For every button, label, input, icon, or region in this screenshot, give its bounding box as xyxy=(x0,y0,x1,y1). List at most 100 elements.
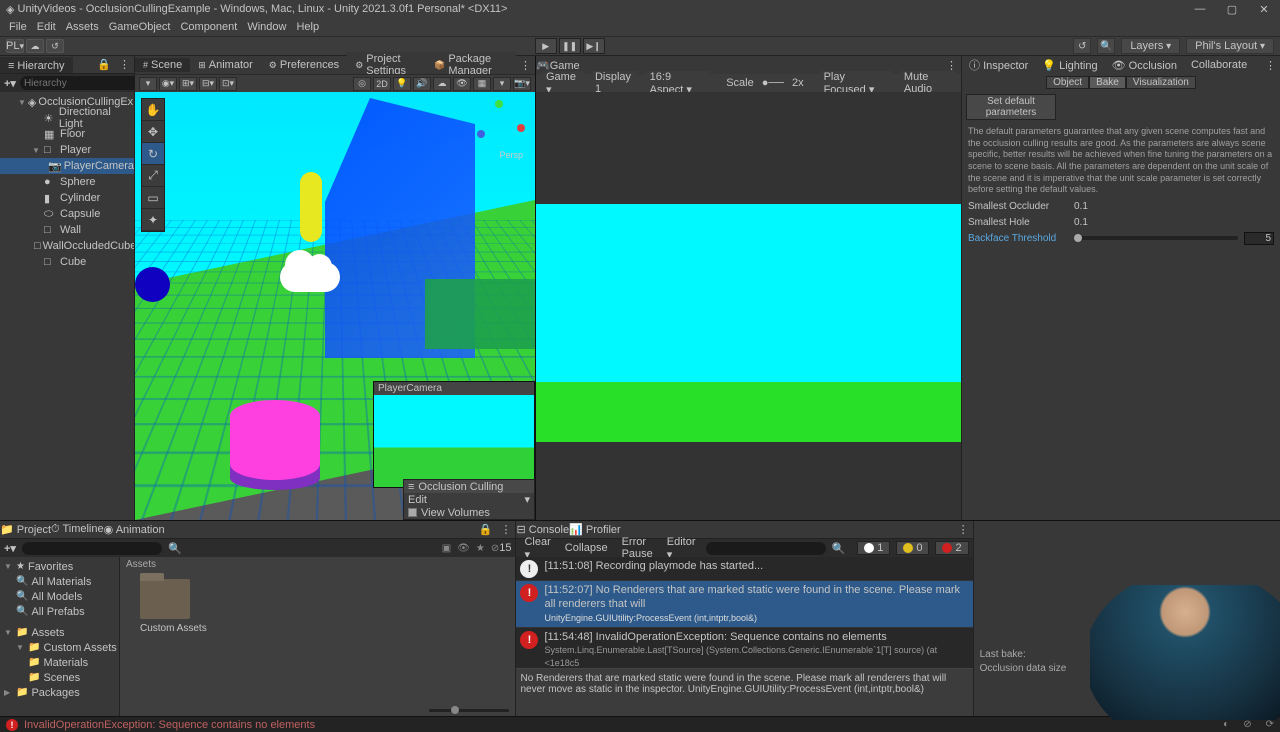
hidden-count-icon[interactable]: ⊘15 xyxy=(491,542,512,554)
log-row-error[interactable]: ! [11:54:48] InvalidOperationException: … xyxy=(516,628,972,668)
tab-profiler[interactable]: 📊 Profiler xyxy=(569,523,621,536)
pause-button[interactable]: ❚❚ xyxy=(559,38,581,54)
history-icon[interactable]: ↺ xyxy=(46,39,64,53)
scale-slider[interactable]: ●── xyxy=(762,77,784,89)
cloud-icon[interactable]: ☁ xyxy=(26,39,44,53)
hierarchy-item-light[interactable]: ☀Directional Light xyxy=(0,110,134,126)
filter-icon[interactable]: 👁 xyxy=(457,543,470,554)
panel-menu-icon[interactable]: ⋮ xyxy=(115,58,134,71)
tab-collaborate[interactable]: Collaborate xyxy=(1184,58,1254,72)
tab-preferences[interactable]: ⚙Preferences xyxy=(261,58,347,72)
tool-light[interactable]: 💡 xyxy=(393,77,411,91)
tool-toggle1[interactable]: ⊞▾ xyxy=(179,77,197,91)
tool-move-icon[interactable]: ✥ xyxy=(142,121,164,143)
log-row-info[interactable]: ! [11:51:08] Recording playmode has star… xyxy=(516,557,972,581)
status-error-text[interactable]: InvalidOperationException: Sequence cont… xyxy=(24,719,315,731)
menu-assets[interactable]: Assets xyxy=(61,21,104,33)
hierarchy-item-cube[interactable]: □Cube xyxy=(0,254,134,270)
tool-shademode[interactable]: ▾ xyxy=(139,77,157,91)
param-smallest-hole[interactable]: Smallest Hole 0.1 xyxy=(962,214,1280,230)
hierarchy-item-player[interactable]: ▼□Player xyxy=(0,142,134,158)
tool-rect-icon[interactable]: ▭ xyxy=(142,187,164,209)
project-search[interactable] xyxy=(22,542,162,555)
hierarchy-add-button[interactable]: +▾ xyxy=(4,77,16,90)
tab-timeline[interactable]: ⏱ Timeline xyxy=(51,523,104,536)
asset-folder-item[interactable]: Custom Assets xyxy=(140,579,207,634)
console-collapse[interactable]: Collapse xyxy=(561,542,612,554)
maximize-button[interactable]: ▢ xyxy=(1222,3,1242,16)
tab-animation[interactable]: ◉ Animation xyxy=(104,523,165,536)
subtab-bake[interactable]: Bake xyxy=(1089,76,1126,89)
menu-window[interactable]: Window xyxy=(242,21,291,33)
occlusion-overlay[interactable]: ≡Occlusion Culling Edit▾ View Volumes xyxy=(403,479,535,520)
tab-animator[interactable]: ⊞Animator xyxy=(190,58,261,72)
menu-file[interactable]: File xyxy=(4,21,32,33)
error-icon[interactable]: ! xyxy=(6,719,18,731)
project-tree[interactable]: ▼★Favorites 🔍All Materials 🔍All Models 🔍… xyxy=(0,557,120,716)
tool-grid[interactable]: ▦ xyxy=(473,77,491,91)
scene-viewport[interactable]: ✋ ✥ ↻ ⤢ ▭ ✦ Persp PlayerCamera ≡Occlusio… xyxy=(135,92,535,520)
project-grid[interactable]: Assets Custom Assets xyxy=(120,557,515,716)
tool-gizmos[interactable]: ▾ xyxy=(493,77,511,91)
panel-menu-icon[interactable]: ⋮ xyxy=(942,59,961,72)
layout-dropdown[interactable]: Phil's Layout ▾ xyxy=(1186,38,1274,54)
log-row-error[interactable]: ! [11:52:07] No Renderers that are marke… xyxy=(516,581,972,628)
error-count[interactable]: 2 xyxy=(935,541,968,555)
account-button[interactable]: PL▾ xyxy=(6,39,24,53)
packages-header[interactable]: ▶📁Packages xyxy=(0,685,119,700)
occlusion-view-volumes[interactable]: View Volumes xyxy=(404,506,534,519)
tool-2d[interactable]: 2D xyxy=(373,77,391,91)
set-default-button[interactable]: Set default parameters xyxy=(966,94,1056,120)
hierarchy-tree[interactable]: ▼◈OcclusionCullingEx…⋮ ☀Directional Ligh… xyxy=(0,92,134,520)
hierarchy-item-capsule[interactable]: ⬭Capsule xyxy=(0,206,134,222)
fav-all-models[interactable]: 🔍All Models xyxy=(0,589,119,604)
folder-custom-assets[interactable]: ▼📁Custom Assets xyxy=(0,640,119,655)
tool-hand-icon[interactable]: ✋ xyxy=(142,99,164,121)
occlusion-edit-dropdown[interactable]: Edit▾ xyxy=(404,493,534,506)
tool-rotate-icon[interactable]: ↻ xyxy=(142,143,164,165)
tool-hidden[interactable]: 👁 xyxy=(453,77,471,91)
layers-dropdown[interactable]: Layers ▾ xyxy=(1121,38,1180,54)
search-icon[interactable]: 🔍 xyxy=(1097,38,1115,54)
orientation-gizmo[interactable]: Persp xyxy=(475,100,523,148)
tool-fx[interactable]: ☁ xyxy=(433,77,451,91)
panel-lock-icon[interactable]: 🔒 xyxy=(93,58,115,71)
tab-console[interactable]: ⊟ Console xyxy=(516,523,569,536)
hierarchy-item-wall[interactable]: □Wall xyxy=(0,222,134,238)
tool-scale-icon[interactable]: ⤢ xyxy=(142,165,164,187)
folder-scenes[interactable]: 📁Scenes xyxy=(0,670,119,685)
hierarchy-item-walloccluded[interactable]: □WallOccludedCube xyxy=(0,238,134,254)
tool-drawmode[interactable]: ◉▾ xyxy=(159,77,177,91)
menu-help[interactable]: Help xyxy=(291,21,324,33)
console-search[interactable] xyxy=(706,542,826,555)
step-button[interactable]: ▶❙ xyxy=(583,38,605,54)
fav-all-materials[interactable]: 🔍All Materials xyxy=(0,574,119,589)
menu-edit[interactable]: Edit xyxy=(32,21,61,33)
tool-transform-icon[interactable]: ✦ xyxy=(142,209,164,231)
tab-occlusion[interactable]: 👁 Occlusion xyxy=(1105,58,1184,73)
tab-inspector[interactable]: ⓘ Inspector xyxy=(962,56,1035,74)
hierarchy-item-playercamera[interactable]: 📷PlayerCamera xyxy=(0,158,134,174)
breadcrumb[interactable]: Assets xyxy=(120,557,515,573)
checkbox-icon[interactable] xyxy=(408,508,417,517)
param-smallest-occluder[interactable]: Smallest Occluder 0.1 xyxy=(962,198,1280,214)
menu-component[interactable]: Component xyxy=(175,21,242,33)
warn-count[interactable]: 0 xyxy=(896,541,929,555)
param-backface-threshold[interactable]: Backface Threshold 5 xyxy=(962,230,1280,246)
tool-toggle2[interactable]: ⊟▾ xyxy=(199,77,217,91)
status-icon[interactable]: ⊘ xyxy=(1243,719,1251,730)
tab-lighting[interactable]: 💡 Lighting xyxy=(1035,58,1104,73)
play-button[interactable]: ▶ xyxy=(535,38,557,54)
backface-value[interactable]: 5 xyxy=(1244,232,1274,245)
favorites-header[interactable]: ▼★Favorites xyxy=(0,559,119,574)
tool-audio[interactable]: 🔊 xyxy=(413,77,431,91)
minimize-button[interactable]: — xyxy=(1190,3,1210,16)
favorite-icon[interactable]: ★ xyxy=(476,543,485,554)
tool-pivot[interactable]: ◎ xyxy=(353,77,371,91)
fav-all-prefabs[interactable]: 🔍All Prefabs xyxy=(0,604,119,619)
grid-size-slider[interactable] xyxy=(429,709,509,712)
tab-project[interactable]: 📁 Project xyxy=(0,523,51,536)
status-icon[interactable]: ◐ xyxy=(1223,719,1229,730)
status-icon[interactable]: ⟳ xyxy=(1266,719,1274,730)
subtab-object[interactable]: Object xyxy=(1046,76,1089,89)
